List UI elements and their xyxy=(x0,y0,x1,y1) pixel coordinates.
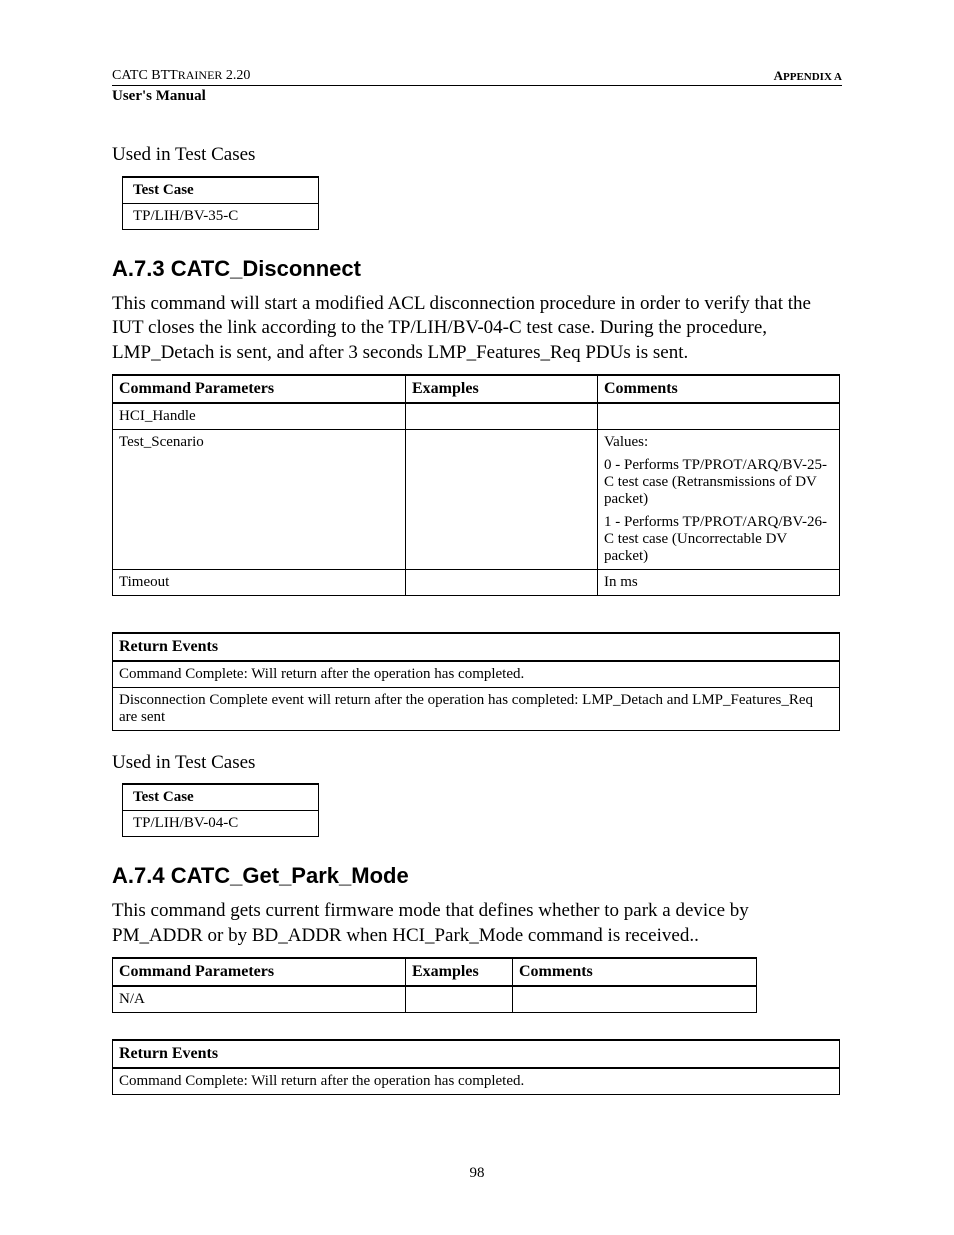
return-events-header: Return Events xyxy=(113,1040,840,1068)
return-events-header: Return Events xyxy=(113,633,840,661)
return-event-row: Command Complete: Will return after the … xyxy=(113,661,840,688)
return-event-row: Command Complete: Will return after the … xyxy=(113,1068,840,1095)
col-examples: Examples xyxy=(406,375,598,403)
header-appendix: APPENDIX A xyxy=(774,68,842,84)
table-row: N/A xyxy=(113,986,757,1013)
table-row: HCI_Handle xyxy=(113,403,840,430)
command-params-table-a74: Command Parameters Examples Comments N/A xyxy=(112,957,757,1013)
used-in-test-cases-label: Used in Test Cases xyxy=(112,751,842,776)
table-row: Test_Scenario Values: 0 - Performs TP/PR… xyxy=(113,429,840,569)
col-comments: Comments xyxy=(598,375,840,403)
return-event-row: Disconnection Complete event will return… xyxy=(113,687,840,730)
table-row: Timeout In ms xyxy=(113,569,840,595)
header-manual: User's Manual xyxy=(112,85,842,105)
header-product: CATC BTTRAINER 2.20 xyxy=(112,68,250,84)
test-case-header: Test Case xyxy=(123,177,319,204)
test-case-header: Test Case xyxy=(123,784,319,811)
col-examples: Examples xyxy=(406,958,513,986)
section-a73-para: This command will start a modified ACL d… xyxy=(112,292,842,366)
col-command-parameters: Command Parameters xyxy=(113,958,406,986)
return-events-table-a73: Return Events Command Complete: Will ret… xyxy=(112,632,840,731)
command-params-table-a73: Command Parameters Examples Comments HCI… xyxy=(112,374,840,596)
section-heading-a74: A.7.4 CATC_Get_Park_Mode xyxy=(112,863,842,889)
test-case-value: TP/LIH/BV-04-C xyxy=(123,811,319,837)
page-header: CATC BTTRAINER 2.20 APPENDIX A xyxy=(112,68,842,84)
section-heading-a73: A.7.3 CATC_Disconnect xyxy=(112,256,842,282)
page-number: 98 xyxy=(112,1165,842,1182)
used-in-test-cases-label: Used in Test Cases xyxy=(112,143,842,168)
test-case-table-1: Test Case TP/LIH/BV-35-C xyxy=(122,176,319,230)
col-comments: Comments xyxy=(513,958,757,986)
section-a74-para: This command gets current firmware mode … xyxy=(112,899,842,948)
col-command-parameters: Command Parameters xyxy=(113,375,406,403)
return-events-table-a74: Return Events Command Complete: Will ret… xyxy=(112,1039,840,1095)
test-case-value: TP/LIH/BV-35-C xyxy=(123,203,319,229)
test-case-table-2: Test Case TP/LIH/BV-04-C xyxy=(122,783,319,837)
